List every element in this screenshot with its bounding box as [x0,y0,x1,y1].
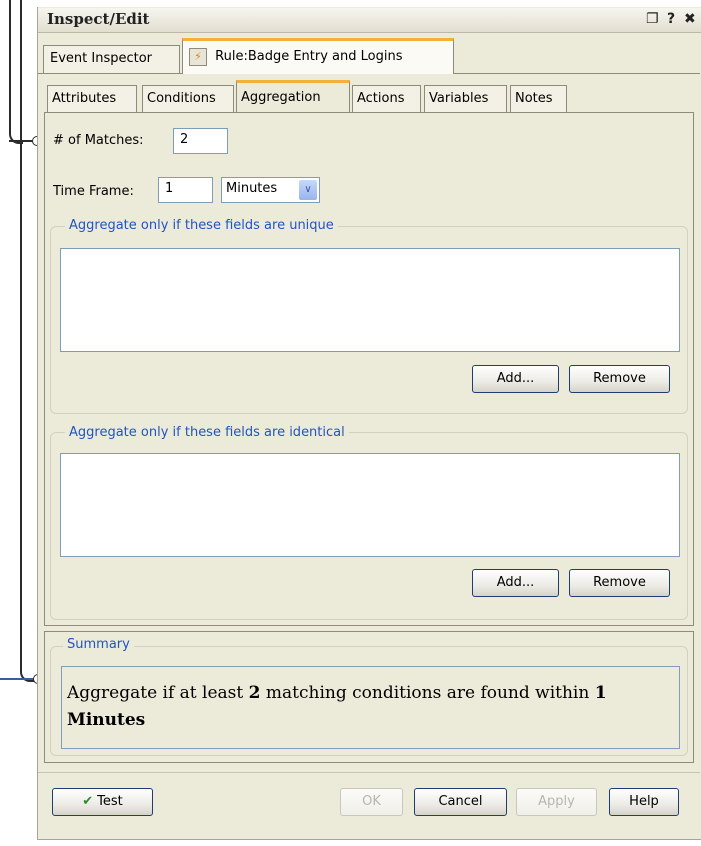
button-bar-divider [38,772,700,773]
summary-text: Aggregate if at least 2 matching conditi… [67,680,667,734]
callout-line-top-vertical [9,0,11,130]
close-icon[interactable]: ✖ [684,11,696,27]
summary-legend: Summary [63,637,134,652]
subtab-label: Actions [357,91,405,106]
test-button-label: Test [97,794,123,809]
subtab-actions[interactable]: Actions [352,85,421,112]
subtab-label: Aggregation [241,90,321,105]
apply-button[interactable]: Apply [516,788,597,816]
summary-unit: Minutes [67,710,146,730]
panel-title: Inspect/Edit [47,10,150,28]
subtab-label: Notes [515,91,553,106]
summary-count: 2 [248,683,261,703]
rule-icon: ⚡ [189,48,207,66]
summary-middle: matching conditions are found within [260,683,595,703]
subtab-aggregation[interactable]: Aggregation [236,80,350,113]
ok-button[interactable]: OK [340,788,403,816]
subtab-label: Variables [429,91,489,106]
timeframe-unit-value: Minutes [226,181,278,196]
timeframe-input[interactable]: 1 [158,177,213,203]
matches-input[interactable]: 2 [173,128,228,154]
timeframe-unit-select[interactable]: Minutes ∨ [221,177,320,203]
subtab-label: Conditions [147,91,216,106]
timeframe-label: Time Frame: [53,184,134,199]
unique-remove-button[interactable]: Remove [569,365,670,393]
summary-amount: 1 [594,683,607,703]
subtab-notes[interactable]: Notes [510,85,567,112]
checkmark-icon: ✔ [82,794,94,809]
callout-line-bottom-horizontal [0,678,34,680]
restore-icon[interactable]: ❐ [646,11,659,27]
identical-fields-legend: Aggregate only if these fields are ident… [65,425,349,440]
identical-remove-button[interactable]: Remove [569,569,670,597]
tab-event-inspector[interactable]: Event Inspector [43,45,180,73]
unique-fields-legend: Aggregate only if these fields are uniqu… [65,218,338,233]
subtab-conditions[interactable]: Conditions [142,85,234,112]
test-button[interactable]: ✔ Test [52,788,153,816]
identical-add-button[interactable]: Add... [472,569,559,597]
subtab-variables[interactable]: Variables [424,85,507,112]
tab-rule-badge-entry[interactable]: ⚡ Rule:Badge Entry and Logins [182,38,454,74]
chevron-down-icon[interactable]: ∨ [299,180,317,200]
callout-line-bottom-vertical [20,0,22,666]
matches-label: # of Matches: [53,133,144,148]
identical-fields-list[interactable] [60,453,680,557]
subtab-attributes[interactable]: Attributes [47,85,137,112]
cancel-button[interactable]: Cancel [414,788,507,816]
unique-fields-list[interactable] [60,248,680,352]
tab-label: Rule:Badge Entry and Logins [215,49,403,64]
tab-label: Event Inspector [50,51,153,66]
unique-add-button[interactable]: Add... [472,365,559,393]
help-icon[interactable]: ? [667,11,675,27]
summary-prefix: Aggregate if at least [67,683,249,703]
subtab-label: Attributes [52,91,117,106]
help-button[interactable]: Help [609,788,679,816]
